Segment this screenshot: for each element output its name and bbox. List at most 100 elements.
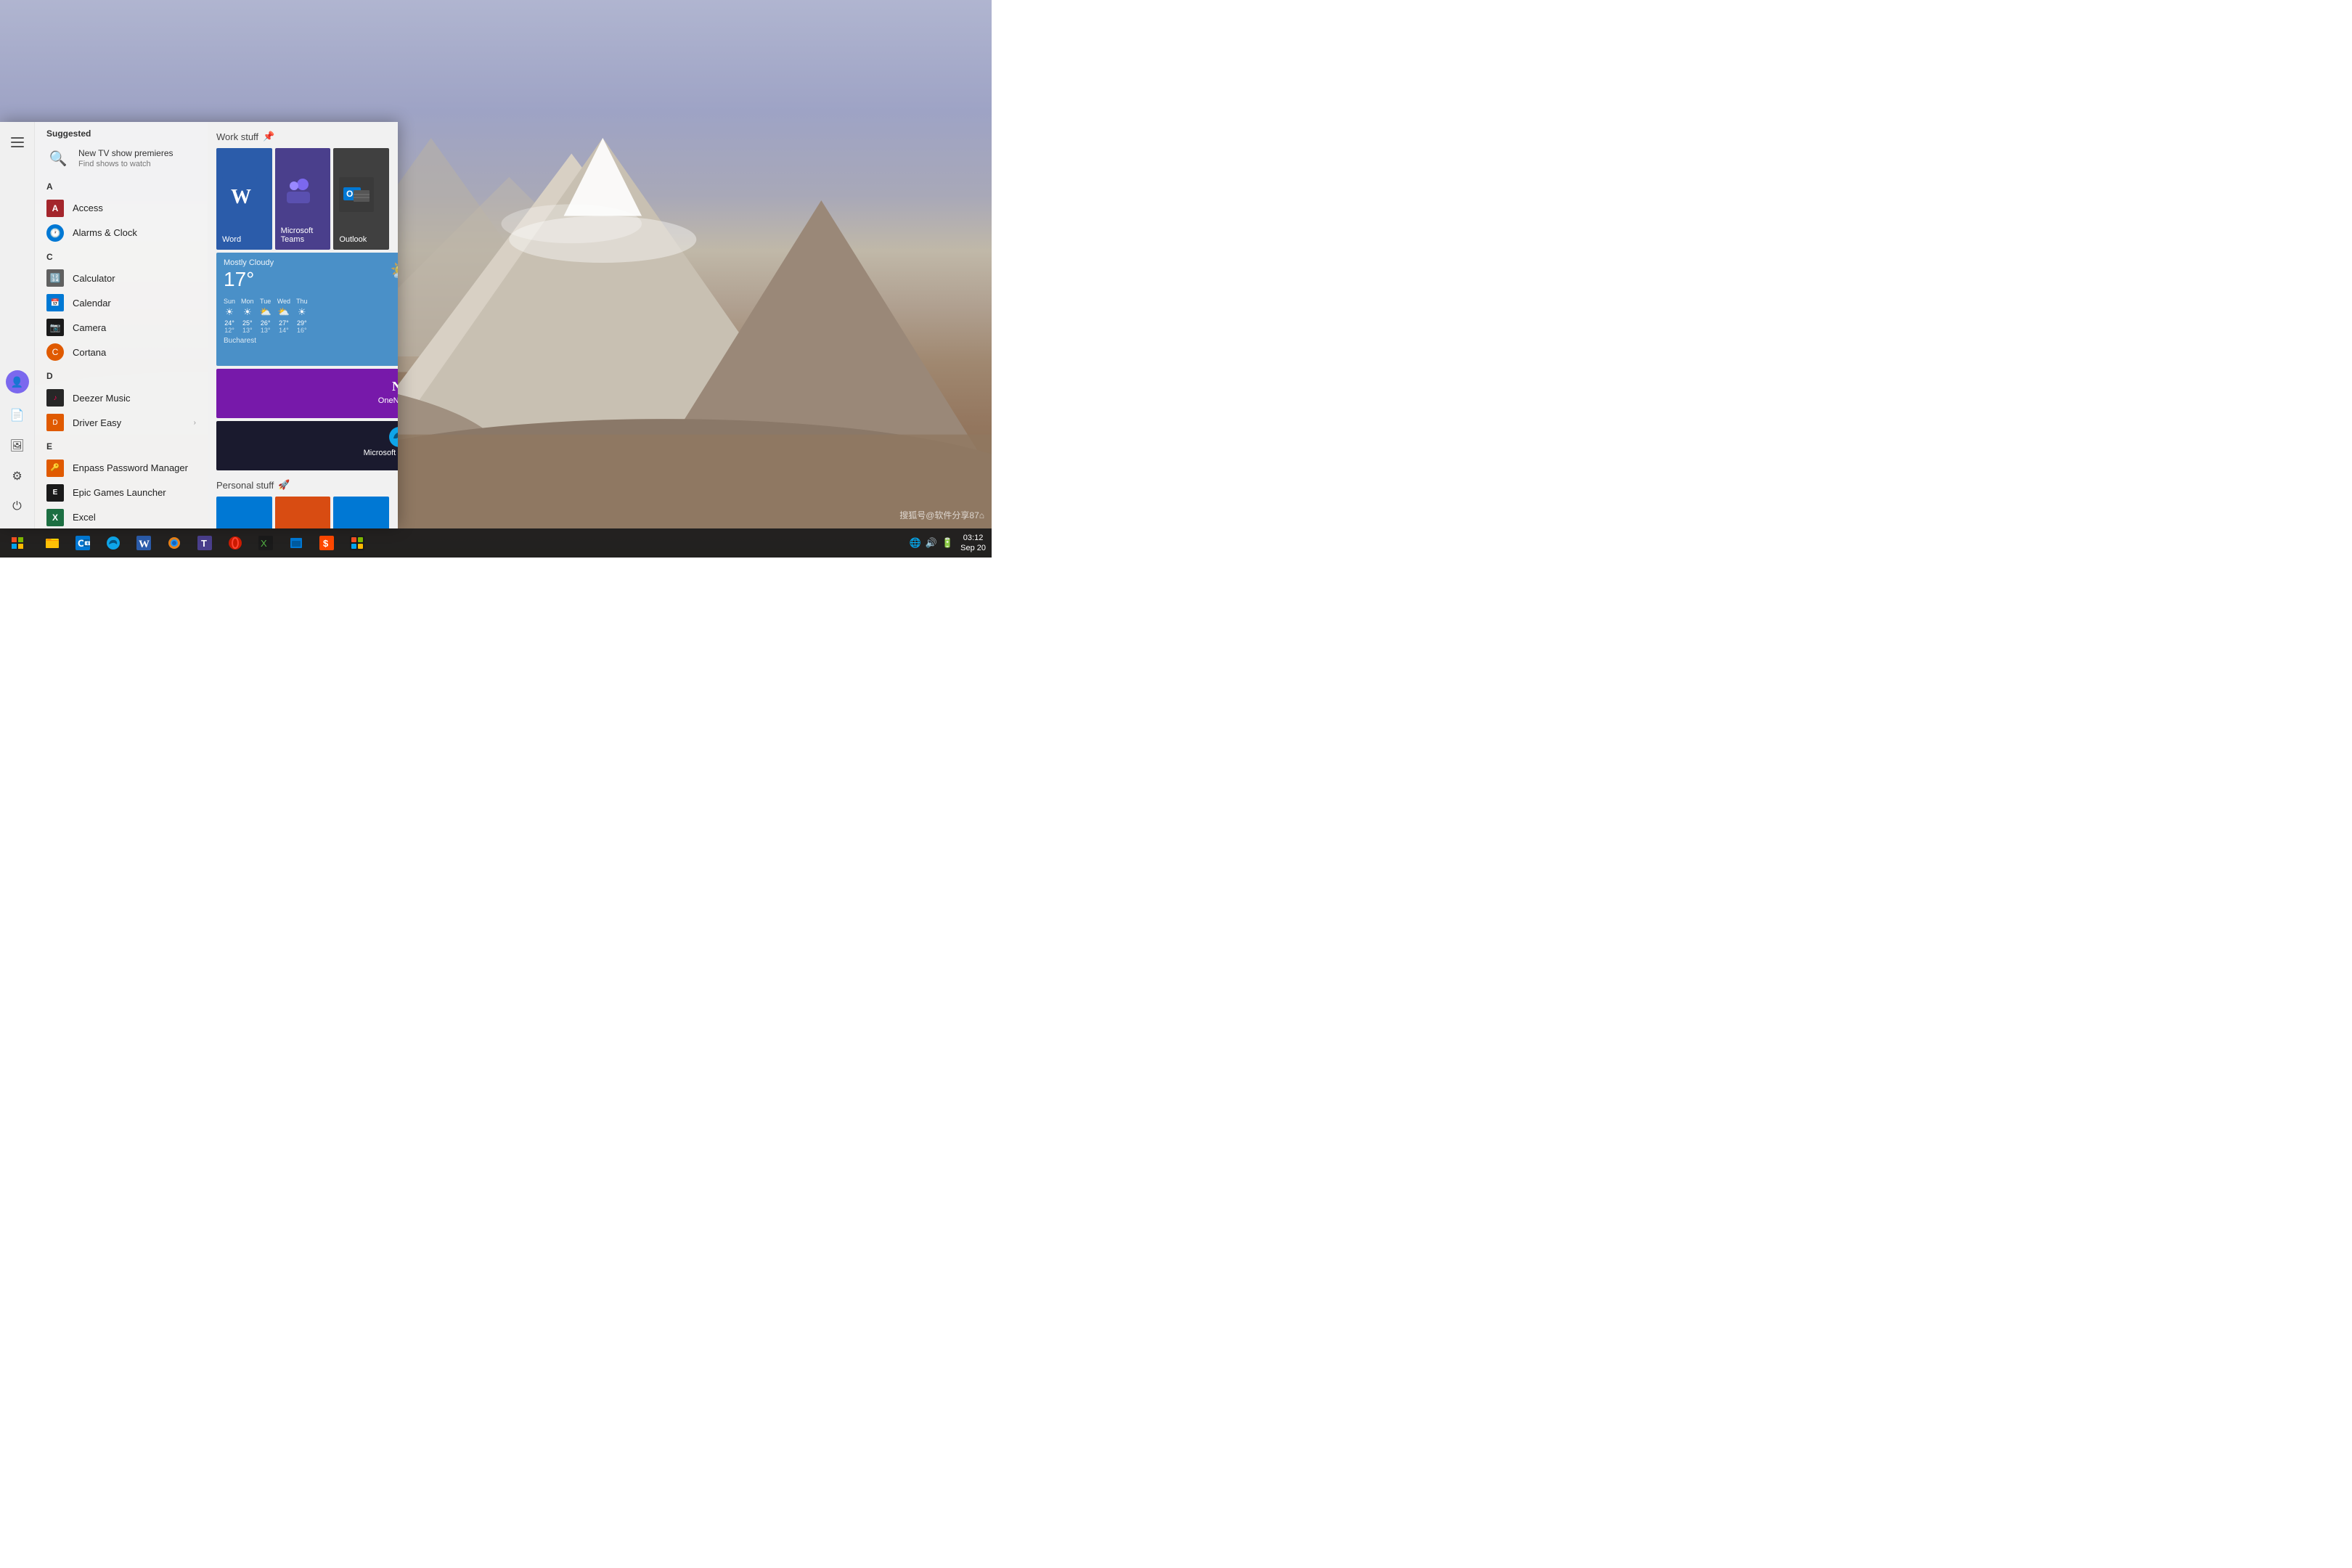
deezer-label: Deezer Music [73,393,196,404]
taskbar-files[interactable] [282,528,311,558]
calculator-icon: 🔢 [46,269,64,287]
system-tray: 🌐 🔊 🔋 03:12 Sep 20 [910,533,992,554]
clock-date-text: Sep 20 [960,543,986,553]
user-avatar-button[interactable]: 👤 [3,370,32,399]
svg-text:T: T [201,538,207,549]
start-menu: 👤 📄 🖼 ⚙ ⏻ Suggested 🔍 New TV show premie… [0,122,398,528]
app-calculator[interactable]: 🔢 Calculator [35,266,208,290]
alarms-icon: 🕐 [46,224,64,242]
app-calendar[interactable]: 📅 Calendar [35,290,208,315]
app-epic[interactable]: E Epic Games Launcher [35,481,208,505]
tile-1password[interactable] [275,497,331,528]
forecast-tue: Tue ⛅ 26° 13° [260,298,271,334]
svg-text:O: O [346,189,353,199]
weather-top: Mostly Cloudy 17° ⛅ [224,258,398,292]
app-enpass[interactable]: 🔑 Enpass Password Manager [35,456,208,481]
suggested-tv-text: New TV show premieres Find shows to watc… [78,148,173,170]
svg-text:W: W [231,186,251,208]
app-excel[interactable]: X Excel [35,505,208,528]
power-button[interactable]: ⏻ [3,492,32,521]
section-a-label: A [35,175,208,196]
tile-surface[interactable]: Surface [216,497,272,528]
forecast-wed: Wed ⛅ 27° 14° [277,298,290,334]
suggested-tv-item[interactable]: 🔍 New TV show premieres Find shows to wa… [35,143,208,175]
word-tile-icon: W [222,154,257,235]
forecast-sun: Sun ☀ 24° 12° [224,298,235,334]
app-deezer[interactable]: ♪ Deezer Music [35,385,208,410]
camera-icon: 📷 [46,319,64,336]
pictures-button[interactable]: 🖼 [3,431,32,460]
calendar-icon: 📅 [46,294,64,311]
suggested-tv-title: New TV show premieres [78,148,173,160]
app-alarms[interactable]: 🕐 Alarms & Clock [35,221,208,245]
taskbar-payoneer[interactable]: $ [312,528,341,558]
taskbar-file-explorer[interactable] [38,528,67,558]
cortana-icon: C [46,343,64,361]
tiles-panel: Work stuff 📌 W Word [208,122,398,528]
deezer-icon: ♪ [46,389,64,407]
app-camera[interactable]: 📷 Camera [35,315,208,340]
tile-outlook[interactable]: O Outlook [333,148,389,250]
clock-time: 03:12 [960,533,986,543]
weather-forecast: Sun ☀ 24° 12° Mon ☀ 25° 13° Tue [224,298,398,334]
taskbar-store[interactable] [343,528,372,558]
taskbar-teams[interactable]: T [190,528,219,558]
driver-easy-chevron: › [194,419,196,427]
personal-stuff-label: Personal stuff 🚀 [216,479,389,491]
weather-condition: Mostly Cloudy [224,258,274,267]
app-list: Suggested 🔍 New TV show premieres Find s… [35,122,208,528]
taskbar-edge[interactable] [99,528,128,558]
taskbar-opera[interactable] [221,528,250,558]
taskbar: O 📧 W [0,528,992,558]
section-c-label: C [35,245,208,266]
enpass-icon: 🔑 [46,460,64,477]
network-icon[interactable]: 🌐 [910,537,921,549]
epic-icon: E [46,484,64,502]
onenote-icon: N [388,373,398,396]
camera-label: Camera [73,322,196,333]
weather-cloud-icon: ⛅ [390,258,398,282]
clock-date[interactable]: 03:12 Sep 20 [960,533,986,554]
tile-weather[interactable]: Mostly Cloudy 17° ⛅ Sun ☀ 24° 12° [216,253,398,366]
tile-word[interactable]: W Word [216,148,272,250]
edge-icon [388,425,398,449]
taskbar-xbox[interactable]: X [251,528,280,558]
documents-button[interactable]: 📄 [3,401,32,430]
outlook-tile-label: Outlook [339,235,367,244]
windows-logo [12,537,23,549]
tile-onenote[interactable]: N OneNote... [216,369,398,418]
tile-calendar-date[interactable]: Sunday 20 [333,497,389,528]
battery-icon[interactable]: 🔋 [942,537,953,549]
svg-text:📧: 📧 [84,540,90,547]
excel-label: Excel [73,512,196,523]
taskbar-pinned-apps: O 📧 W [35,528,375,558]
taskbar-firefox[interactable] [160,528,189,558]
tv-icon: 🔍 [46,147,70,171]
forecast-thu: Thu ☀ 29° 16° [296,298,308,334]
tile-edge[interactable]: Microsoft Edge [216,421,398,470]
tile-teams[interactable]: Microsoft Teams [275,148,331,250]
app-cortana[interactable]: C Cortana [35,340,208,364]
svg-text:W: W [139,539,150,550]
tray-icons: 🌐 🔊 🔋 [910,537,954,549]
suggested-tv-subtitle: Find shows to watch [78,159,173,169]
start-sidebar: 👤 📄 🖼 ⚙ ⏻ [0,122,35,528]
start-button[interactable] [0,528,35,558]
weather-temp: 17° [224,267,274,292]
app-access[interactable]: A Access [35,196,208,221]
access-label: Access [73,203,196,213]
app-driver-easy[interactable]: D Driver Easy › [35,410,208,435]
hamburger-menu[interactable] [3,128,32,157]
alarms-label: Alarms & Clock [73,227,196,238]
taskbar-word[interactable]: W [129,528,158,558]
edge-tile-label: Microsoft Edge [364,449,398,457]
forecast-mon: Mon ☀ 25° 13° [241,298,254,334]
excel-icon: X [46,509,64,526]
weather-city: Bucharest [224,337,398,345]
enpass-label: Enpass Password Manager [73,462,196,473]
taskbar-outlook[interactable]: O 📧 [68,528,97,558]
settings-button[interactable]: ⚙ [3,462,32,491]
cortana-label: Cortana [73,347,196,358]
volume-icon[interactable]: 🔊 [926,537,937,549]
svg-text:N: N [392,379,398,393]
